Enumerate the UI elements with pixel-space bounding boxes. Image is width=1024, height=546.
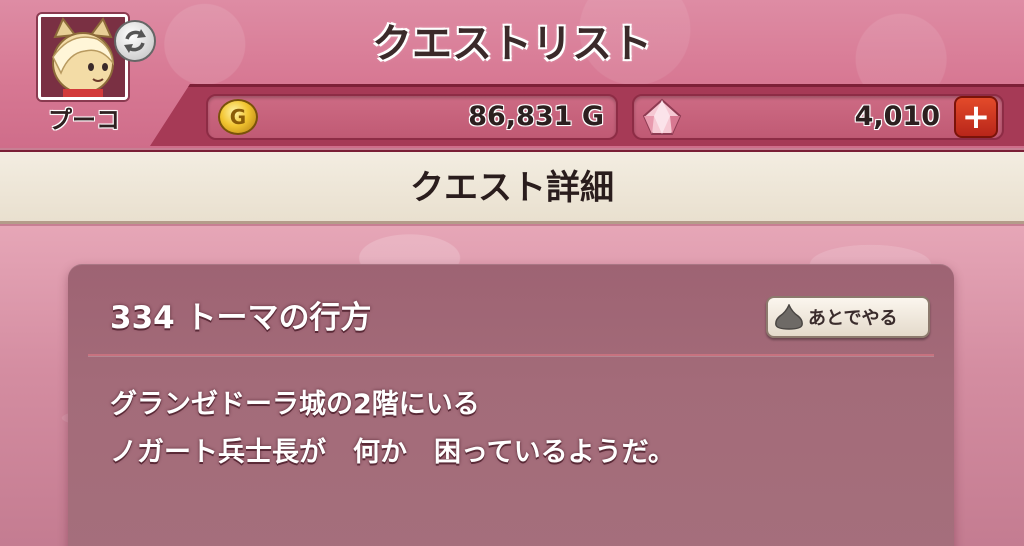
refresh-arrows-icon bbox=[124, 29, 146, 53]
do-later-label: あとでやる bbox=[808, 308, 898, 329]
refresh-icon[interactable] bbox=[114, 20, 156, 62]
pink-gem-icon bbox=[642, 98, 682, 135]
divider bbox=[88, 354, 934, 356]
gem-amount: 4,010 bbox=[854, 101, 940, 132]
cat-character-icon bbox=[41, 17, 125, 97]
gold-amount: 86,831 G bbox=[468, 101, 604, 132]
quest-description-line-1: グランゼドーラ城の2階にいる bbox=[110, 389, 480, 420]
add-gems-button[interactable]: + bbox=[954, 96, 998, 138]
avatar[interactable] bbox=[38, 14, 128, 100]
quest-title: 334 トーマの行方 bbox=[110, 300, 372, 336]
do-later-button[interactable]: あとでやる bbox=[766, 296, 930, 338]
quest-description-line-2: ノガート兵士長が 何か 困っているようだ。 bbox=[110, 437, 675, 468]
section-title: クエスト詳細 bbox=[0, 150, 1024, 224]
slime-icon bbox=[775, 304, 803, 330]
gold-coin-icon: G bbox=[218, 99, 258, 135]
player-name: プーコ bbox=[48, 106, 120, 134]
